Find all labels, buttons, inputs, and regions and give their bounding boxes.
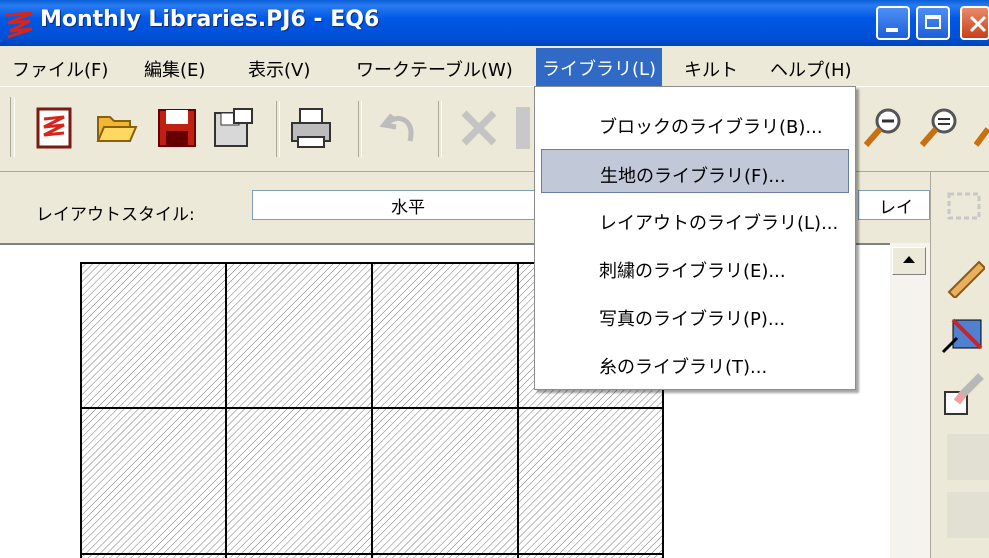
close-button[interactable] <box>960 6 989 40</box>
layout-style-label: レイアウトスタイル: <box>36 205 195 225</box>
menu-library[interactable]: ライブラリ(L) <box>536 48 663 89</box>
maximize-icon <box>925 15 941 29</box>
menu-item-photo-library[interactable]: 写真のライブラリ(P)... <box>535 293 855 337</box>
print-icon[interactable] <box>290 107 332 149</box>
menu-item-thread-library[interactable]: 糸のライブラリ(T)... <box>535 341 855 385</box>
window-title: Monthly Libraries.PJ6 - EQ6 <box>40 7 380 32</box>
copy-icon[interactable] <box>516 107 530 149</box>
menu-item-label: ブロックのライブラリ(B)... <box>599 117 823 138</box>
toolbar-grip[interactable] <box>10 97 15 157</box>
undo-icon[interactable] <box>380 107 422 149</box>
new-project-icon[interactable] <box>34 107 76 149</box>
toolbar-separator <box>358 101 362 157</box>
menu-item-layout-library[interactable]: レイアウトのライブラリ(L)... <box>535 197 855 241</box>
zoom-in-icon[interactable] <box>918 107 960 149</box>
vertical-scrollbar[interactable] <box>890 243 930 558</box>
scroll-up-button[interactable] <box>892 247 926 275</box>
toolbar-separator <box>276 101 280 157</box>
menu-item-embroidery-library[interactable]: 刺繍のライブラリ(E)... <box>535 245 855 289</box>
title-bar: Monthly Libraries.PJ6 - EQ6 <box>0 0 989 46</box>
menu-worktable[interactable]: ワークテーブル(W) <box>356 56 513 82</box>
right-tool-panel <box>930 172 989 558</box>
menu-help[interactable]: ヘルプ(H) <box>770 56 852 82</box>
ruler-icon[interactable] <box>939 252 985 298</box>
app-logo-icon <box>5 11 33 39</box>
zoom-tool-icon[interactable] <box>974 107 989 149</box>
maximize-button[interactable] <box>916 6 950 40</box>
menu-item-label: 生地のライブラリ(F)... <box>600 166 786 187</box>
minimize-button[interactable] <box>876 6 910 40</box>
menu-bar: ファイル(F) 編集(E) 表示(V) ワークテーブル(W) ライブラリ(L) … <box>0 46 989 89</box>
menu-edit[interactable]: 編集(E) <box>144 56 205 82</box>
tool-slot[interactable] <box>947 492 989 538</box>
save-as-icon[interactable] <box>212 107 254 149</box>
save-icon[interactable] <box>156 107 198 149</box>
layout-style-field[interactable]: 水平 <box>252 190 544 220</box>
menu-item-label: レイアウトのライブラリ(L)... <box>599 213 839 234</box>
close-icon <box>969 15 987 33</box>
menu-item-fabric-library[interactable]: 生地のライブラリ(F)... <box>541 149 849 193</box>
layout-style-value: 水平 <box>391 198 425 218</box>
toolbar-separator <box>438 101 442 157</box>
cut-icon[interactable] <box>458 107 500 149</box>
layout-field-secondary-value: レイ <box>879 198 913 218</box>
menu-item-block-library[interactable]: ブロックのライブラリ(B)... <box>535 101 855 145</box>
tool-slot[interactable] <box>947 434 989 480</box>
menu-item-label: 糸のライブラリ(T)... <box>599 357 768 378</box>
eraser-tool-icon[interactable] <box>939 372 985 418</box>
menu-view[interactable]: 表示(V) <box>248 56 310 82</box>
swap-block-icon[interactable] <box>939 316 985 362</box>
menu-item-label: 写真のライブラリ(P)... <box>599 309 786 330</box>
menu-file[interactable]: ファイル(F) <box>12 56 108 82</box>
open-folder-icon[interactable] <box>96 107 138 149</box>
select-tool-icon[interactable] <box>939 186 985 232</box>
minimize-icon <box>886 28 898 32</box>
menu-quilt[interactable]: キルト <box>684 56 738 82</box>
zoom-out-icon[interactable] <box>862 107 904 149</box>
library-dropdown-menu: ブロックのライブラリ(B)... 生地のライブラリ(F)... レイアウトのライ… <box>534 86 856 390</box>
menu-item-label: 刺繍のライブラリ(E)... <box>599 261 786 282</box>
layout-field-secondary[interactable]: レイ <box>858 190 930 220</box>
